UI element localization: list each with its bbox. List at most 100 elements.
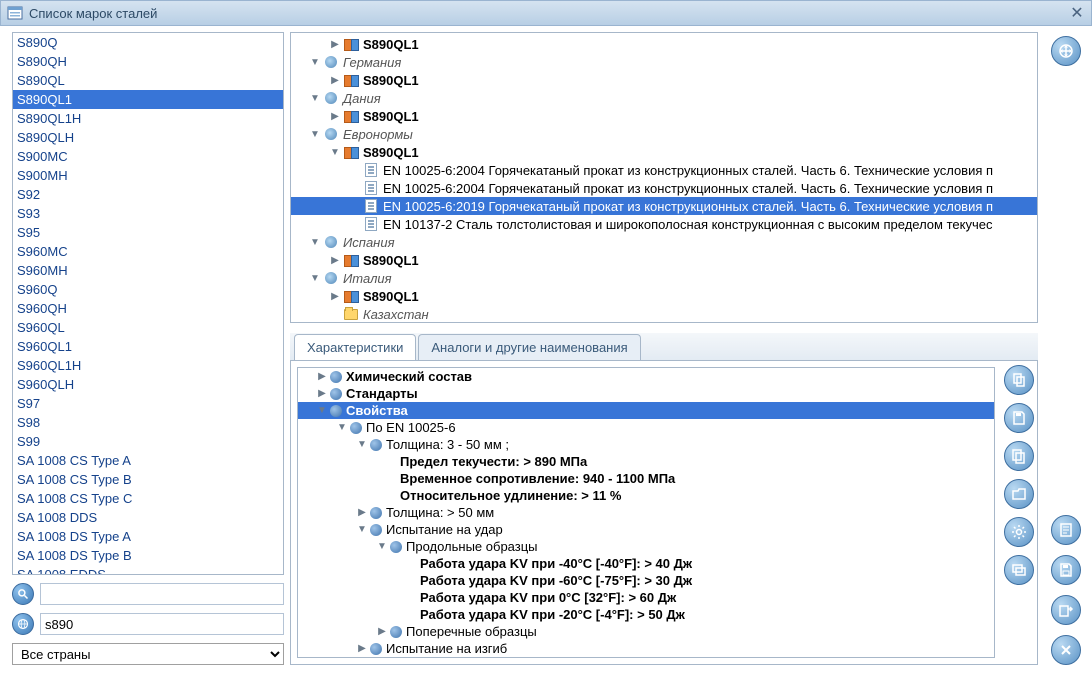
tree-row[interactable]: ▼Дания [291,89,1037,107]
list-item[interactable]: S890QL [13,71,283,90]
folder-open-icon[interactable] [1004,479,1034,509]
list-item[interactable]: S92 [13,185,283,204]
property-row[interactable]: ▶Толщина: > 50 мм [298,504,994,521]
list-item[interactable]: S960QLH [13,375,283,394]
tree-row[interactable]: EN 10025-6:2004 Горячекатаный прокат из … [291,179,1037,197]
tree-row[interactable]: ▶S890QL1 [291,71,1037,89]
close-round-icon[interactable] [1051,635,1081,665]
property-row[interactable]: Работа удара KV при -40°C [-40°F]: > 40 … [298,555,994,572]
gear-icon[interactable] [1004,517,1034,547]
list-item[interactable]: S95 [13,223,283,242]
tree-row[interactable]: ▼Евронормы [291,125,1037,143]
chevron-down-icon[interactable]: ▼ [309,236,321,248]
tab[interactable]: Характеристики [294,334,416,360]
chevron-right-icon[interactable]: ▶ [356,643,368,655]
save-icon[interactable] [1004,403,1034,433]
chevron-down-icon[interactable]: ▼ [309,272,321,284]
close-icon[interactable]: ✕ [1069,5,1085,21]
property-row[interactable]: ▼По EN 10025-6 [298,419,994,436]
list-item[interactable]: S99 [13,432,283,451]
list-item[interactable]: S960Q [13,280,283,299]
tree-row[interactable]: ▼Италия [291,269,1037,287]
list-item[interactable]: SA 1008 CS Type B [13,470,283,489]
globe-icon[interactable] [12,613,34,635]
tree-row[interactable]: ▼Германия [291,53,1037,71]
list-item[interactable]: S890QL1H [13,109,283,128]
property-row[interactable]: ▶Поперечные образцы [298,623,994,640]
list-item[interactable]: SA 1008 DS Type A [13,527,283,546]
property-row[interactable]: ▼Продольные образцы [298,538,994,555]
chevron-right-icon[interactable]: ▶ [376,626,388,638]
list-item[interactable]: SA 1008 DDS [13,508,283,527]
tree-row[interactable]: ▼Испания [291,233,1037,251]
tree-row[interactable]: EN 10137-2 Сталь толстолистовая и широко… [291,215,1037,233]
properties-tree[interactable]: ▶Химический состав▶Стандарты▼Свойства▼По… [297,367,995,658]
list-item[interactable]: S960QL1H [13,356,283,375]
search-input-bottom[interactable] [40,613,284,635]
chevron-down-icon[interactable]: ▼ [336,422,348,434]
chevron-right-icon[interactable]: ▶ [316,388,328,400]
chevron-down-icon[interactable]: ▼ [309,56,321,68]
property-row[interactable]: ▶Стандарты [298,385,994,402]
standards-tree[interactable]: ▶S890QL1▼Германия▶S890QL1▼Дания▶S890QL1▼… [290,32,1038,323]
chevron-down-icon[interactable]: ▼ [309,128,321,140]
disk-icon[interactable] [1051,555,1081,585]
chevron-right-icon[interactable]: ▶ [329,290,341,302]
property-row[interactable]: Работа удара KV при -60°C [-75°F]: > 30 … [298,572,994,589]
chevron-right-icon[interactable]: ▶ [316,371,328,383]
tree-row[interactable]: ▶S890QL1 [291,35,1037,53]
property-row[interactable]: Работа удара KV при 0°C [32°F]: > 60 Дж [298,589,994,606]
doc-export-icon[interactable] [1051,515,1081,545]
property-row[interactable]: ▶Испытание на изгиб [298,640,994,657]
list-item[interactable]: S960QH [13,299,283,318]
property-row[interactable]: ▶Химический состав [298,368,994,385]
copy-icon[interactable] [1004,365,1034,395]
move-icon[interactable] [1051,36,1081,66]
list-item[interactable]: S890Q [13,33,283,52]
list-item[interactable]: S900MH [13,166,283,185]
list-item[interactable]: S97 [13,394,283,413]
list-item[interactable]: S960MH [13,261,283,280]
country-select[interactable]: Все страны [12,643,284,665]
tree-row[interactable]: Казахстан [291,305,1037,323]
tab[interactable]: Аналоги и другие наименования [418,334,640,360]
list-item[interactable]: S890QH [13,52,283,71]
tree-row[interactable]: ▼S890QL1 [291,143,1037,161]
property-row[interactable]: ▼Толщина: 3 - 50 мм ; [298,436,994,453]
list-item[interactable]: S93 [13,204,283,223]
chevron-right-icon[interactable]: ▶ [329,254,341,266]
property-row[interactable]: Относительное удлинение: > 11 % [298,487,994,504]
list-item[interactable]: SA 1008 CS Type C [13,489,283,508]
property-row[interactable]: Временное сопротивление: 940 - 1100 МПа [298,470,994,487]
chevron-down-icon[interactable]: ▼ [356,439,368,451]
list-item[interactable]: S900MC [13,147,283,166]
search-input-top[interactable] [40,583,284,605]
list-item[interactable]: S960QL [13,318,283,337]
chevron-right-icon[interactable]: ▶ [356,507,368,519]
steel-list[interactable]: S890QS890QHS890QLS890QL1S890QL1HS890QLHS… [12,32,284,575]
property-row[interactable]: Предел текучести: > 890 МПа [298,453,994,470]
windows-icon[interactable] [1004,555,1034,585]
chevron-down-icon[interactable]: ▼ [329,146,341,158]
stack-icon[interactable] [1004,441,1034,471]
tree-row[interactable]: ▶S890QL1 [291,107,1037,125]
search-icon[interactable] [12,583,34,605]
list-item[interactable]: S890QLH [13,128,283,147]
list-item[interactable]: S960QL1 [13,337,283,356]
tree-row[interactable]: ▶S890QL1 [291,287,1037,305]
tree-row[interactable]: ▶S890QL1 [291,251,1037,269]
list-item[interactable]: SA 1008 EDDS [13,565,283,575]
chevron-down-icon[interactable]: ▼ [316,405,328,417]
chevron-down-icon[interactable]: ▼ [309,92,321,104]
list-item[interactable]: S960MC [13,242,283,261]
chevron-down-icon[interactable]: ▼ [376,541,388,553]
chevron-right-icon[interactable]: ▶ [329,38,341,50]
chevron-right-icon[interactable]: ▶ [329,74,341,86]
export-icon[interactable] [1051,595,1081,625]
list-item[interactable]: SA 1008 DS Type B [13,546,283,565]
tree-row[interactable]: EN 10025-6:2019 Горячекатаный прокат из … [291,197,1037,215]
list-item[interactable]: S98 [13,413,283,432]
list-item[interactable]: SA 1008 CS Type A [13,451,283,470]
property-row[interactable]: ▼Испытание на удар [298,521,994,538]
property-row[interactable]: ▼Свойства [298,402,994,419]
